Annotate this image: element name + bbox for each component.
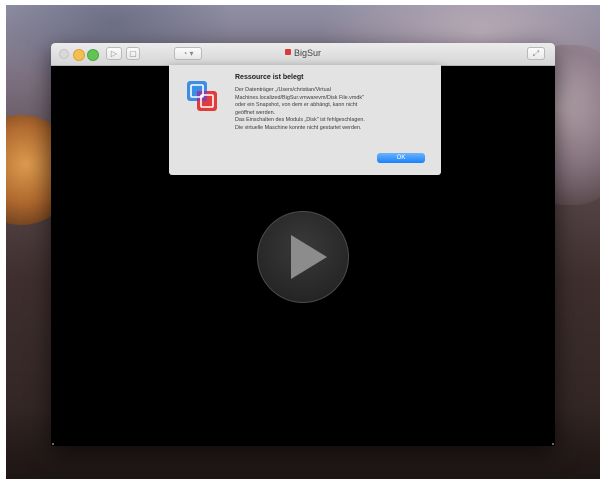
dialog-title: Ressource ist belegt	[235, 74, 304, 81]
fullscreen-icon: ⤢	[532, 48, 540, 58]
error-dialog: Ressource ist belegt Der Datenträger „/U…	[169, 65, 441, 175]
ok-button[interactable]: OK	[377, 153, 425, 163]
message-line: oder ein Snapshot, von dem er abhängt, k…	[235, 102, 358, 109]
vmware-fusion-icon	[187, 81, 217, 111]
resize-corner[interactable]	[52, 443, 54, 445]
message-line: Machines.localized/BigSur.vmwarevm/Disk …	[235, 94, 364, 101]
dialog-message: Der Datenträger „/Users/christian/Virtua…	[235, 87, 431, 133]
window-title: BigSur	[51, 48, 555, 58]
message-line: Das Einschalten des Moduls „Disk" ist fe…	[235, 117, 365, 124]
resize-corner[interactable]	[552, 443, 554, 445]
message-line: geöffnet werden.	[235, 109, 276, 116]
play-icon	[291, 235, 327, 279]
message-line: Der Datenträger „/Users/christian/Virtua…	[235, 87, 331, 93]
play-button[interactable]	[257, 211, 349, 303]
desktop: ▷ ▢ ◔ ▾ BigSur ⤢ Ressource ist belegt De…	[6, 5, 600, 479]
title-bar[interactable]: ▷ ▢ ◔ ▾ BigSur ⤢	[51, 43, 555, 66]
window-title-text: BigSur	[293, 48, 321, 58]
vm-window: ▷ ▢ ◔ ▾ BigSur ⤢ Ressource ist belegt De…	[51, 43, 555, 446]
fullscreen-toolbar-button[interactable]: ⤢	[527, 47, 545, 60]
message-line: Die virtuelle Maschine konnte nicht gest…	[235, 124, 362, 131]
vm-title-icon	[284, 49, 291, 55]
